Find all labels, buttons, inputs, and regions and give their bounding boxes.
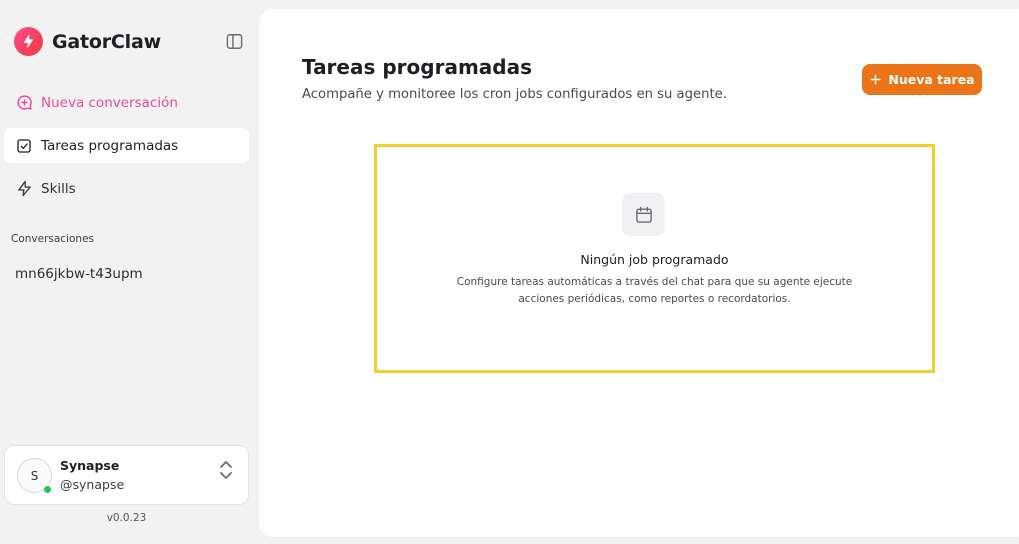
lightning-icon [15, 180, 33, 198]
nav-skills-label: Skills [41, 180, 76, 197]
sidebar: GatorClaw Nueva conversación Tareas prog… [0, 0, 256, 544]
checkbox-icon [15, 137, 33, 155]
nav-scheduled-tasks[interactable]: Tareas programadas [4, 128, 249, 163]
page-title: Tareas programadas [302, 55, 532, 79]
chevron-up-down-icon [217, 459, 235, 481]
new-task-button[interactable]: Nueva tarea [862, 64, 982, 95]
calendar-icon [622, 193, 665, 236]
sidebar-toggle-icon [226, 33, 242, 49]
sidebar-toggle-button[interactable] [223, 30, 245, 52]
nav-skills[interactable]: Skills [4, 171, 249, 206]
brand[interactable]: GatorClaw [14, 27, 161, 56]
main-panel: Tareas programadas Acompañe y monitoree … [259, 9, 1019, 537]
conversation-item[interactable]: mn66jkbw-t43upm [4, 259, 249, 289]
nav-scheduled-tasks-label: Tareas programadas [41, 137, 179, 154]
online-status-indicator [43, 485, 52, 494]
nav-new-conversation[interactable]: Nueva conversación [4, 85, 249, 120]
chat-plus-icon [15, 94, 33, 112]
page-subtitle: Acompañe y monitoree los cron jobs confi… [302, 87, 727, 102]
app-window: GatorClaw Nueva conversación Tareas prog… [0, 0, 1019, 544]
user-menu[interactable]: S Synapse @synapse [4, 445, 249, 505]
nav-new-conversation-label: Nueva conversación [41, 94, 178, 111]
logo-icon [14, 27, 43, 56]
plus-icon [870, 74, 881, 85]
empty-state-title: Ningún job programado [580, 252, 729, 267]
conversations-section-label: Conversaciones [11, 233, 95, 245]
app-name: GatorClaw [52, 30, 161, 53]
user-handle: @synapse [60, 477, 125, 492]
new-task-label: Nueva tarea [888, 72, 975, 87]
empty-state: Ningún job programado Configure tareas a… [374, 144, 935, 373]
app-version: v0.0.23 [106, 512, 147, 524]
empty-state-description: Configure tareas automáticas a través de… [456, 276, 853, 305]
user-name: Synapse [60, 458, 120, 473]
